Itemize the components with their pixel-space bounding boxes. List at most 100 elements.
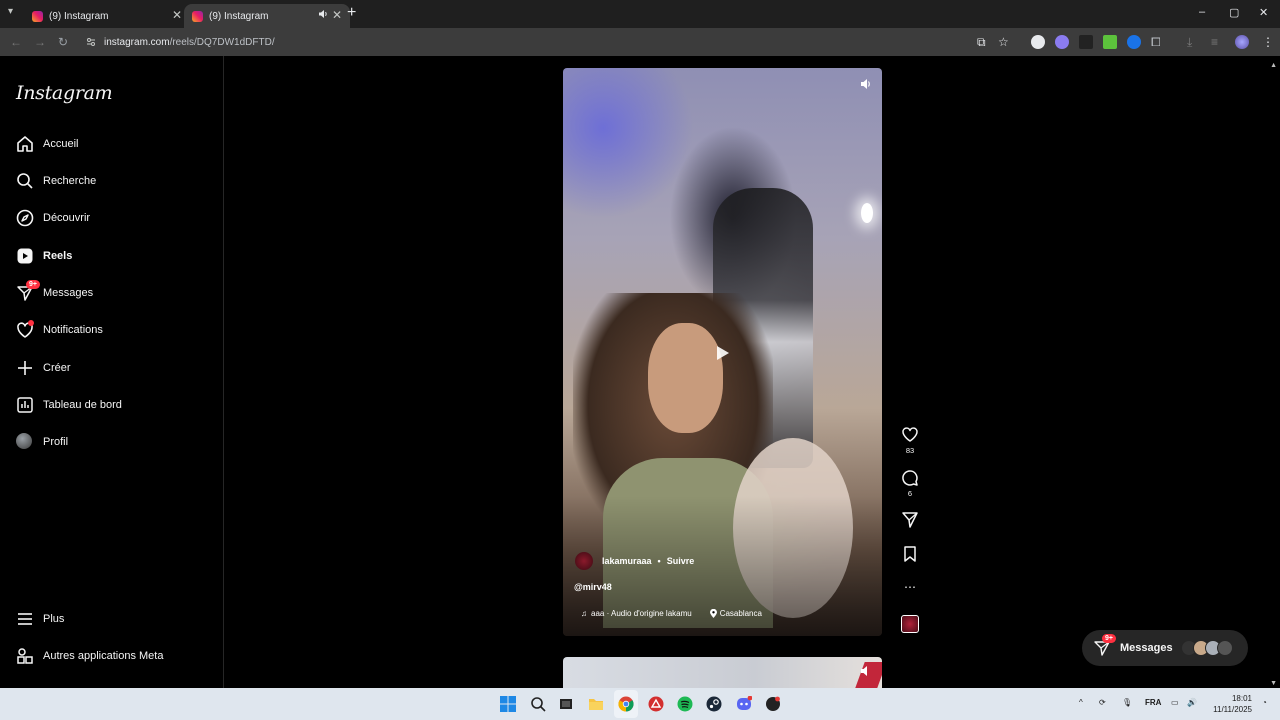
sidebar-item-label: Profil [43,436,69,448]
messenger-icon: 9+ [16,280,40,302]
follow-button[interactable]: Suivre [667,556,695,566]
sidebar-item-creer[interactable]: Créer [16,356,71,380]
speaker-icon[interactable] [318,9,328,19]
discord-icon[interactable] [736,696,752,712]
sidebar-item-messages[interactable]: 9+ Messages [16,280,94,305]
file-explorer-icon[interactable] [588,696,604,712]
like-button[interactable] [900,425,920,443]
dashboard-icon [16,396,34,414]
tab-search-icon[interactable]: ▾ [8,6,13,17]
reading-list-icon[interactable]: ≡ [1211,35,1218,49]
sidebar-item-tableau-de-bord[interactable]: Tableau de bord [16,393,122,417]
browser-tab-1[interactable]: (9) Instagram ✕ [24,4,190,28]
sidebar-item-recherche[interactable]: Recherche [16,169,96,193]
microphone-icon[interactable]: 🎙 [1122,698,1132,707]
messenger-icon: 9+ [1094,634,1116,656]
reel-location[interactable]: Casablanca [709,609,762,618]
back-arrow-icon[interactable]: ← [10,35,22,49]
sidebar-item-decouvrir[interactable]: Découvrir [16,206,90,230]
instagram-sidebar: Instagram Accueil Recherche Découvrir Re… [0,56,224,688]
sidebar-item-notifications[interactable]: Notifications [16,318,103,342]
audio-thumbnail[interactable] [901,615,919,633]
address-bar[interactable]: instagram.com/reels/DQ7DW1dDFTD/ [80,31,970,53]
extension-5-icon[interactable] [1127,35,1141,49]
steam-icon[interactable] [706,696,722,712]
music-note-icon: ♫ [581,609,587,618]
extension-2-icon[interactable] [1055,35,1069,49]
site-info-icon[interactable] [86,37,96,47]
sidebar-item-label: Messages [43,287,94,299]
url-text: instagram.com/reels/DQ7DW1dDFTD/ [104,37,275,48]
sidebar-item-label: Recherche [43,175,97,187]
reel-username[interactable]: lakamuraaa [602,556,652,566]
extension-3-icon[interactable] [1079,35,1093,49]
next-reel-preview[interactable] [563,657,882,688]
language-indicator[interactable]: FRA [1145,698,1161,707]
page-scrollbar[interactable] [1268,56,1280,688]
avatar [16,433,34,451]
new-tab-button[interactable]: + [347,4,356,22]
scroll-up-arrow-icon[interactable]: ▲ [1270,62,1277,69]
more-options-icon[interactable]: ⋯ [900,580,920,594]
close-window-button[interactable]: ✕ [1259,6,1268,19]
avatar[interactable] [575,552,593,570]
scroll-down-arrow-icon[interactable]: ▼ [1270,680,1277,687]
sidebar-item-profil[interactable]: Profil [16,430,68,454]
reel-video[interactable]: lakamuraaa • Suivre @mirv48 ♫ aaa · Audi… [563,68,882,636]
sidebar-item-label: Créer [43,362,71,374]
sidebar-item-plus[interactable]: Plus [16,607,64,631]
extensions-puzzle-icon[interactable]: ⧠ [1151,35,1161,50]
windows-start-icon[interactable] [500,696,516,712]
play-icon[interactable] [713,344,731,362]
system-clock[interactable]: 18:01 11/11/2025 [1208,693,1252,715]
close-tab-icon[interactable]: ✕ [332,8,342,22]
chrome-icon[interactable] [618,696,634,712]
reel-audio-row: ♫ aaa · Audio d'origine lakamu Casablanc… [581,609,762,618]
chrome-menu-icon[interactable]: ⋮ [1262,35,1274,49]
display-icon[interactable]: ▭ [1171,698,1179,707]
forward-arrow-icon[interactable]: → [34,35,46,49]
install-app-icon[interactable]: ⧉ [977,35,986,50]
extension-4-icon[interactable] [1103,35,1117,49]
reel-audio-label[interactable]: aaa · Audio d'origine lakamu [591,609,692,618]
url-path: /reels/DQ7DW1dDFTD/ [169,36,275,48]
reel-author: lakamuraaa • Suivre [575,552,694,570]
task-view-icon[interactable] [558,696,574,712]
restore-button[interactable]: ▢ [1229,6,1239,19]
notifications-bell-icon[interactable]: ◔ [1262,698,1267,707]
search-icon [16,172,34,190]
bookmark-star-icon[interactable]: ☆ [998,35,1009,49]
sync-icon[interactable]: ⟳ [1099,698,1106,707]
app-icon[interactable] [648,696,664,712]
browser-tab-2[interactable]: (9) Instagram ✕ [184,4,350,28]
profile-avatar[interactable] [1235,35,1249,49]
meta-apps-icon [16,647,34,665]
reload-icon[interactable]: ↻ [58,35,68,49]
sidebar-item-label: Notifications [43,324,103,336]
sidebar-item-accueil[interactable]: Accueil [16,132,78,156]
reels-icon [16,247,34,265]
speaker-icon[interactable] [860,78,872,90]
close-tab-icon[interactable]: ✕ [172,8,182,22]
reel-caption[interactable]: @mirv48 [574,582,612,592]
minimize-button[interactable]: – [1199,6,1205,18]
messages-floating-button[interactable]: 9+ Messages [1082,630,1248,666]
comment-button[interactable] [900,468,920,486]
sidebar-item-autres-applications-meta[interactable]: Autres applications Meta [16,644,163,668]
notification-dot [28,320,34,326]
home-icon [16,135,34,153]
volume-icon[interactable]: 🔊 [1187,698,1197,707]
app-icon[interactable] [765,696,781,712]
sidebar-item-reels[interactable]: Reels [16,244,72,268]
extension-1-icon[interactable] [1031,35,1045,49]
tray-overflow-icon[interactable]: ^ [1079,698,1083,707]
spotify-icon[interactable] [677,696,693,712]
instagram-favicon-icon [192,10,203,22]
messages-label: Messages [1120,642,1173,654]
instagram-logo[interactable]: Instagram [16,82,113,104]
search-icon[interactable] [530,696,546,712]
speaker-icon[interactable] [860,665,872,677]
share-button[interactable] [900,511,920,529]
save-bookmark-icon[interactable] [900,545,920,563]
download-icon[interactable]: ⤓ [1187,35,1192,50]
